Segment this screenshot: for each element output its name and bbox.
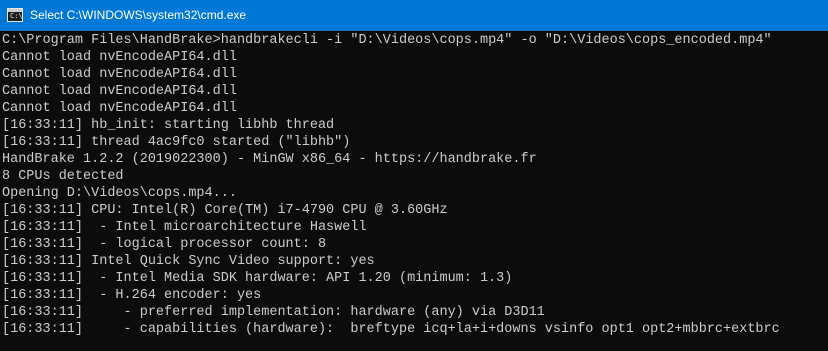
console-line: [16:33:11] - Intel Media SDK hardware: A…: [2, 271, 513, 286]
cmd-icon-glyph: C:\: [10, 12, 23, 20]
title-bar[interactable]: C:\ Select C:\WINDOWS\system32\cmd.exe: [0, 0, 828, 31]
console-line: Cannot load nvEncodeAPI64.dll: [2, 101, 237, 116]
console-line: [16:33:11] - capabilities (hardware): br…: [2, 322, 780, 337]
window-title: Select C:\WINDOWS\system32\cmd.exe: [30, 8, 247, 22]
console-line: [16:33:11] - H.264 encoder: yes: [2, 288, 262, 303]
console-line: [16:33:11] - Intel microarchitecture Has…: [2, 220, 367, 235]
cmd-icon[interactable]: C:\: [7, 8, 23, 22]
console-line: [16:33:11] hb_init: starting libhb threa…: [2, 118, 335, 133]
console-line: HandBrake 1.2.2 (2019022300) - MinGW x86…: [2, 152, 537, 167]
console-line: 8 CPUs detected: [2, 169, 124, 184]
console-line: Cannot load nvEncodeAPI64.dll: [2, 67, 237, 82]
console-line: [16:33:11] CPU: Intel(R) Core(TM) i7-479…: [2, 203, 448, 218]
console-line: [16:33:11] - preferred implementation: h…: [2, 305, 545, 320]
cmd-window: C:\ Select C:\WINDOWS\system32\cmd.exe C…: [0, 0, 828, 351]
console-line: Cannot load nvEncodeAPI64.dll: [2, 50, 237, 65]
console-line: [16:33:11] - logical processor count: 8: [2, 237, 327, 252]
console-line: [16:33:11] thread 4ac9fc0 started ("libh…: [2, 135, 351, 150]
console-line: Cannot load nvEncodeAPI64.dll: [2, 84, 237, 99]
console-line: C:\Program Files\HandBrake>handbrakecli …: [2, 33, 772, 48]
console-output[interactable]: C:\Program Files\HandBrake>handbrakecli …: [0, 31, 828, 351]
console-line: [16:33:11] Intel Quick Sync Video suppor…: [2, 254, 375, 269]
console-line: Opening D:\Videos\cops.mp4...: [2, 186, 237, 201]
